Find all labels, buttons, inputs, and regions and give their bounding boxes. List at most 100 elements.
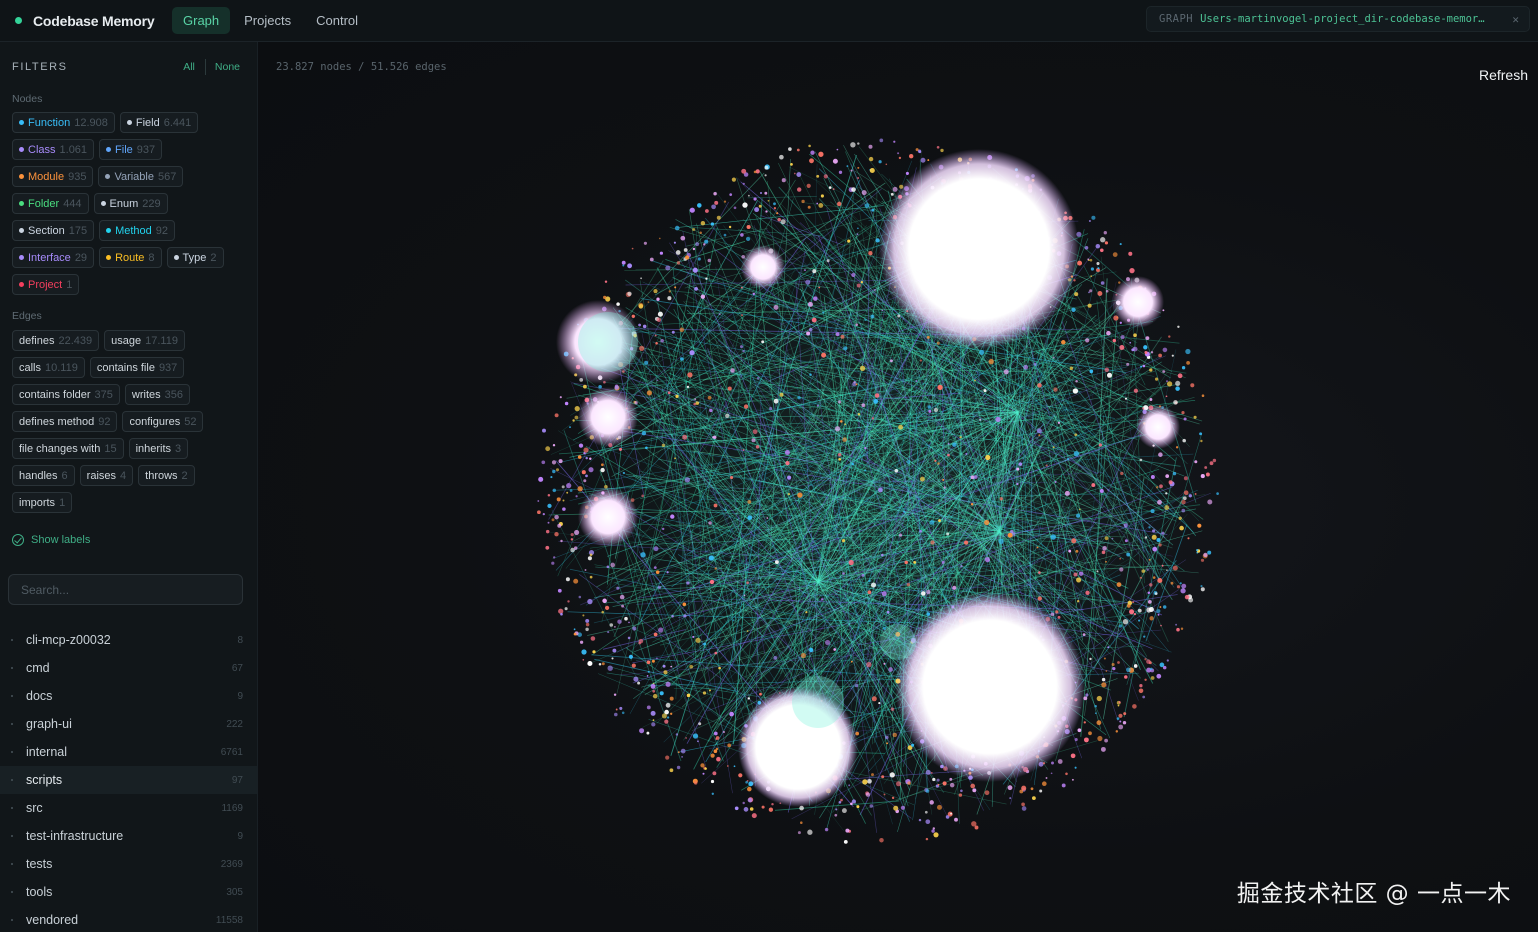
tab-control[interactable]: Control xyxy=(305,7,369,34)
refresh-button[interactable]: Refresh xyxy=(1479,67,1528,83)
edge-filter-handles[interactable]: handles 6 xyxy=(12,465,75,486)
tree-item-cli-mcp-z00032[interactable]: cli-mcp-z00032 8 xyxy=(0,626,257,654)
chip-label: contains folder xyxy=(19,388,91,401)
graph-visualization[interactable] xyxy=(258,42,1538,932)
chip-label: writes xyxy=(131,388,161,401)
node-filter-method[interactable]: Method 92 xyxy=(99,220,176,241)
tree-item-docs[interactable]: docs 9 xyxy=(0,682,257,710)
filters-header: FILTERS All None xyxy=(12,59,240,75)
tree-item-count: 6761 xyxy=(220,746,243,758)
show-labels-toggle[interactable]: Show labels xyxy=(12,534,90,546)
dot-icon xyxy=(19,228,24,233)
tree-item-graph-ui[interactable]: graph-ui 222 xyxy=(0,710,257,738)
tree-item-tests[interactable]: tests 2369 xyxy=(0,850,257,878)
edge-filter-usage[interactable]: usage 17.119 xyxy=(104,330,185,351)
top-bar: Codebase Memory Graph Projects Control G… xyxy=(0,0,1538,42)
edge-filter-defines[interactable]: defines 22.439 xyxy=(12,330,100,351)
edge-filter-contains-file[interactable]: contains file 937 xyxy=(89,357,185,378)
chip-count: 567 xyxy=(157,170,177,183)
graph-selector[interactable]: GRAPH Users-martinvogel-project_dir-code… xyxy=(1146,6,1530,32)
tree-item-src[interactable]: src 1169 xyxy=(0,794,257,822)
tree-item-vendored[interactable]: vendored 11558 xyxy=(0,906,257,932)
chip-count: 6.441 xyxy=(163,116,192,129)
tree-item-name: vendored xyxy=(26,913,79,927)
node-filter-route[interactable]: Route 8 xyxy=(99,247,162,268)
tree-item-name: internal xyxy=(26,745,67,759)
node-filter-interface[interactable]: Interface 29 xyxy=(12,247,95,268)
node-filter-field[interactable]: Field 6.441 xyxy=(119,112,199,133)
edge-filter-contains-folder[interactable]: contains folder 375 xyxy=(12,384,120,405)
status-dot-icon xyxy=(15,17,22,24)
tree-item-scripts[interactable]: scripts 97 xyxy=(0,766,257,794)
chip-count: 935 xyxy=(68,170,87,183)
chip-count: 29 xyxy=(74,251,88,264)
tree-item-test-infrastructure[interactable]: test-infrastructure 9 xyxy=(0,822,257,850)
chip-label: Variable xyxy=(114,170,154,183)
chip-label: Field xyxy=(135,116,160,129)
filters-actions: All None xyxy=(183,59,240,75)
node-filter-type[interactable]: Type 2 xyxy=(166,247,224,268)
chip-label: file changes with xyxy=(19,442,101,455)
node-filter-folder[interactable]: Folder 444 xyxy=(12,193,89,214)
search-input[interactable] xyxy=(8,574,243,605)
node-filter-project[interactable]: Project 1 xyxy=(12,274,80,295)
chip-label: Section xyxy=(28,224,65,237)
chip-count: 175 xyxy=(68,224,88,237)
dot-icon xyxy=(106,147,112,152)
bullet-icon xyxy=(11,639,13,641)
chip-label: throws xyxy=(145,469,178,482)
chip-label: Folder xyxy=(28,197,60,210)
node-filter-enum[interactable]: Enum 229 xyxy=(93,193,168,214)
tree-item-count: 97 xyxy=(231,774,243,786)
nodes-section-label: Nodes xyxy=(12,93,43,105)
chip-count: 2 xyxy=(181,469,188,482)
node-filter-class[interactable]: Class 1.061 xyxy=(12,139,95,160)
tree-item-name: cmd xyxy=(26,661,50,675)
tree-item-cmd[interactable]: cmd 67 xyxy=(0,654,257,682)
bullet-icon xyxy=(11,695,13,697)
node-filter-section[interactable]: Section 175 xyxy=(12,220,95,241)
chip-count: 937 xyxy=(136,143,156,156)
node-filter-file[interactable]: File 937 xyxy=(99,139,163,160)
select-all-button[interactable]: All xyxy=(183,61,195,73)
node-filter-variable[interactable]: Variable 567 xyxy=(98,166,184,187)
edge-filter-imports[interactable]: imports 1 xyxy=(12,492,73,513)
chip-count: 356 xyxy=(164,388,183,401)
tab-projects[interactable]: Projects xyxy=(233,7,302,34)
edge-filter-configures[interactable]: configures 52 xyxy=(122,411,204,432)
edge-filter-raises[interactable]: raises 4 xyxy=(79,465,134,486)
tree-item-internal[interactable]: internal 6761 xyxy=(0,738,257,766)
close-icon[interactable]: ✕ xyxy=(1512,13,1519,26)
chip-count: 444 xyxy=(63,197,82,210)
select-none-button[interactable]: None xyxy=(215,61,240,73)
chip-count: 17.119 xyxy=(145,334,178,347)
dot-icon xyxy=(19,174,24,179)
edge-filter-inherits[interactable]: inherits 3 xyxy=(128,438,189,459)
node-filter-function[interactable]: Function 12.908 xyxy=(12,112,115,133)
graph-canvas[interactable]: 23.827 nodes / 51.526 edges Refresh 掘金技术… xyxy=(258,42,1538,932)
chip-label: handles xyxy=(19,469,58,482)
chip-count: 1.061 xyxy=(59,143,88,156)
chip-label: calls xyxy=(19,361,42,374)
bullet-icon xyxy=(11,723,13,725)
dot-icon xyxy=(126,120,132,125)
tab-graph[interactable]: Graph xyxy=(172,7,231,34)
chip-label: Type xyxy=(182,251,207,264)
dot-icon xyxy=(173,255,179,260)
edge-filter-throws[interactable]: throws 2 xyxy=(138,465,195,486)
dot-icon xyxy=(19,120,24,125)
brand: Codebase Memory xyxy=(15,13,170,29)
chip-count: 1 xyxy=(59,496,66,509)
tree-item-count: 9 xyxy=(237,830,243,842)
tree-item-tools[interactable]: tools 305 xyxy=(0,878,257,906)
edge-type-filters: defines 22.439 usage 17.119 calls 10.119 conta… xyxy=(12,330,248,519)
edge-filter-calls[interactable]: calls 10.119 xyxy=(12,357,85,378)
bullet-icon xyxy=(11,807,13,809)
edge-filter-file-changes-with[interactable]: file changes with 15 xyxy=(12,438,124,459)
tree-item-count: 222 xyxy=(226,718,243,730)
bullet-icon xyxy=(11,779,13,781)
edge-filter-writes[interactable]: writes 356 xyxy=(124,384,190,405)
edge-filter-defines-method[interactable]: defines method 92 xyxy=(12,411,118,432)
chip-count: 15 xyxy=(104,442,117,455)
node-filter-module[interactable]: Module 935 xyxy=(12,166,94,187)
